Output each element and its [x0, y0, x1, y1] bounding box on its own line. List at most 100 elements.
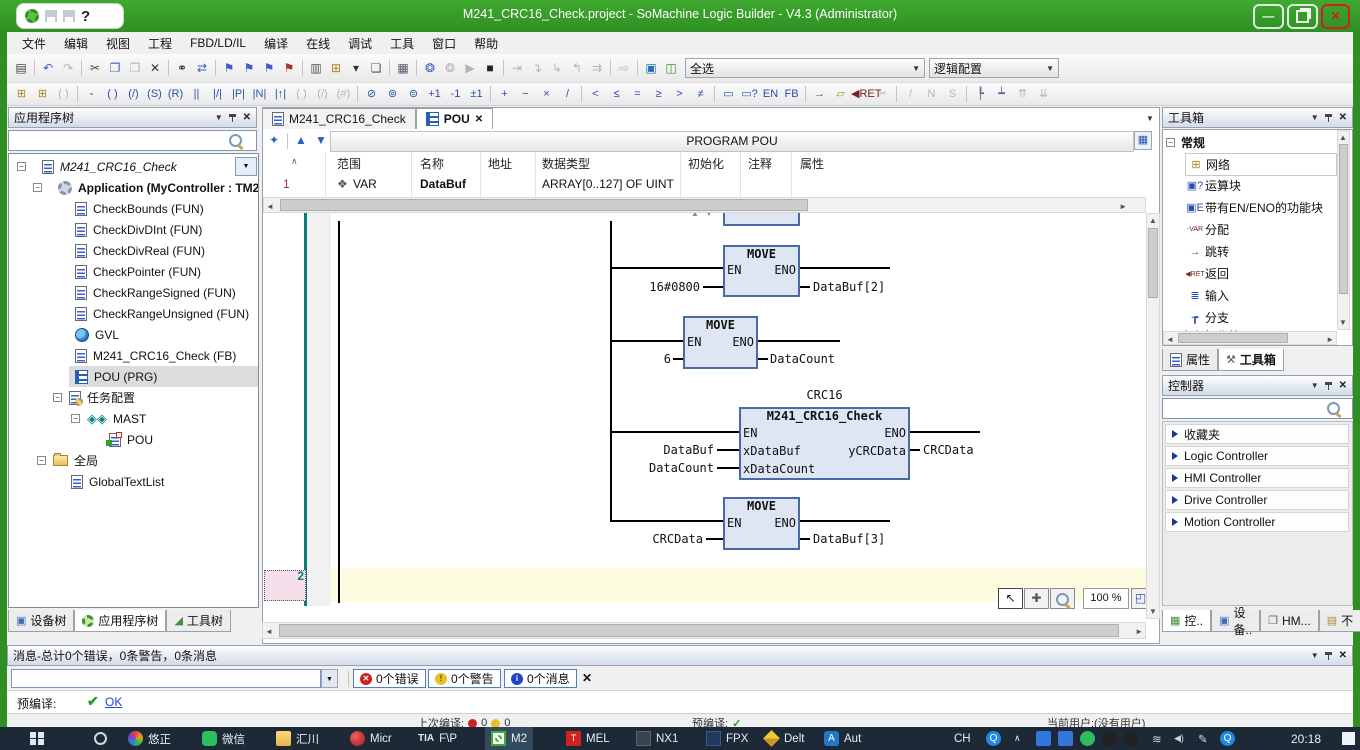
ok-link[interactable]: OK — [105, 695, 122, 709]
new-declaration-icon[interactable]: ✦ — [264, 131, 284, 150]
redo-icon[interactable]: ↷ — [58, 59, 78, 78]
clock[interactable]: 20:18 — [1285, 727, 1327, 750]
taskbar-app-tia[interactable]: TIA F\P — [412, 727, 463, 750]
single-cycle-icon[interactable]: ⇉ — [587, 59, 607, 78]
tree-item-checkdivdint[interactable]: CheckDivDInt (FUN) — [75, 219, 202, 240]
collapse-icon[interactable]: − — [17, 162, 26, 171]
undo-icon[interactable]: ↶ — [38, 59, 58, 78]
branch-above-icon[interactable]: ⇈ — [1012, 85, 1033, 104]
gt-block-icon[interactable]: > — [669, 85, 690, 104]
output-operand[interactable]: CRCData — [923, 443, 974, 457]
pan-mode-icon[interactable]: ✚ — [1024, 588, 1049, 609]
pin-icon[interactable] — [229, 113, 237, 123]
menu-tools[interactable]: 工具 — [381, 33, 423, 54]
toolbox-item-en-eno-block[interactable]: ▣E 带有EN/ENO的功能块 — [1185, 197, 1323, 218]
tray-expand-icon[interactable]: ∧ — [1008, 727, 1027, 750]
logout-icon[interactable]: ❂ — [440, 59, 460, 78]
taskbar-app-micr[interactable]: Micr — [344, 727, 398, 750]
tray-qq-icon[interactable]: Q — [980, 727, 1007, 750]
toolbox-item-jump[interactable]: → 跳转 — [1185, 241, 1229, 262]
scroll-right-icon[interactable]: ► — [1135, 627, 1143, 636]
new-network-icon[interactable]: ⊞ — [326, 59, 346, 78]
collapse-icon[interactable]: − — [71, 414, 80, 423]
stop-icon[interactable]: ■ — [480, 59, 500, 78]
toolbox-hscrollbar[interactable]: ◄ ► — [1163, 331, 1337, 345]
taskbar-app-delta[interactable]: Delt — [758, 727, 810, 750]
set-reset-icon[interactable]: S — [942, 85, 963, 104]
step-over-icon[interactable]: ⇥ — [507, 59, 527, 78]
table-row[interactable]: 1 ❖ VAR DataBuf ARRAY[0..127] OF UINT — [263, 174, 1159, 195]
panel-menu-icon[interactable]: ▼ — [1311, 651, 1319, 660]
cut-icon[interactable]: ✂ — [85, 59, 105, 78]
set-coil-icon[interactable]: (#) — [333, 85, 354, 104]
output-operand[interactable]: DataBuf[3] — [813, 532, 885, 546]
declaration-view-toggle-icon[interactable]: ▦ — [1134, 131, 1152, 150]
toolbox-item-input[interactable]: ≣ 输入 — [1185, 285, 1229, 306]
taskbar-app-wechat[interactable]: 微信 — [196, 727, 251, 750]
xor-block-icon[interactable]: ⊜ — [403, 85, 424, 104]
collapse-icon[interactable]: − — [37, 456, 46, 465]
collapse-declarations-icon[interactable]: ∧ — [291, 156, 298, 167]
clear-messages-icon[interactable]: ✕ — [582, 671, 592, 685]
select-mode-button[interactable]: ↖ — [998, 588, 1023, 609]
edge-detection-icon[interactable]: |↑| — [270, 85, 291, 104]
taskbar-app-nx[interactable]: NX1 — [630, 727, 684, 750]
menu-edit[interactable]: 编辑 — [55, 33, 97, 54]
output-operand[interactable]: DataBuf[2] — [813, 280, 885, 294]
restore-button[interactable] — [1287, 4, 1318, 29]
run-icon[interactable]: ▶ — [460, 59, 480, 78]
scroll-left-icon[interactable]: ◄ — [265, 627, 273, 636]
bookmark-toggle-icon[interactable]: ⚑ — [219, 59, 239, 78]
tree-item-checkdivreal[interactable]: CheckDivReal (FUN) — [75, 240, 205, 261]
monitor-active-icon[interactable]: ▣ — [641, 59, 661, 78]
new-network-menu-icon[interactable]: ▾ — [346, 59, 366, 78]
errors-toggle-button[interactable]: ✕ 0个错误 — [353, 669, 426, 688]
zoom-mode-button[interactable] — [1050, 588, 1075, 609]
tab-controller[interactable]: ▦ 控.. — [1162, 610, 1211, 632]
scroll-left-icon[interactable]: ◄ — [266, 202, 274, 211]
tree-item-checkrangesigned[interactable]: CheckRangeSigned (FUN) — [75, 282, 236, 303]
editor-vscrollbar[interactable]: ▲ ▼ — [1146, 213, 1160, 619]
menu-view[interactable]: 视图 — [97, 33, 139, 54]
toolbox-group-general[interactable]: − 常规 — [1166, 132, 1205, 153]
input-operand[interactable]: CRCData — [623, 532, 703, 546]
next-step-icon[interactable]: ⇨ — [614, 59, 634, 78]
close-icon[interactable]: ✕ — [1339, 380, 1347, 391]
move-block-1[interactable]: MOVE EN ENO — [723, 245, 800, 297]
volume-icon[interactable]: ◀) — [1168, 727, 1190, 750]
collapse-icon[interactable]: − — [53, 393, 62, 402]
scroll-up-icon[interactable]: ▲ — [1149, 216, 1157, 225]
tree-item-mast[interactable]: − ◈◈ MAST — [71, 408, 146, 429]
scroll-up-icon[interactable]: ▲ — [1339, 133, 1347, 142]
menu-file[interactable]: 文件 — [13, 33, 55, 54]
tray-penguin-icon[interactable] — [1118, 727, 1145, 750]
negated-coil-icon[interactable]: (/) — [312, 85, 333, 104]
cut-wire-icon[interactable]: ✂ — [872, 85, 893, 104]
splitter-down-icon[interactable]: ▼ — [705, 213, 713, 218]
close-icon[interactable]: ✕ — [243, 112, 251, 123]
taskbar-app-melsoft[interactable]: T MEL — [560, 727, 616, 750]
tab-application-tree[interactable]: 应用程序树 — [74, 610, 166, 632]
bookmark-next-icon[interactable]: ⚑ — [239, 59, 259, 78]
increment-block-icon[interactable]: +1 — [424, 85, 445, 104]
paste-special-icon[interactable]: ▥ — [306, 59, 326, 78]
toolbox-item-branch[interactable]: ┲ 分支 — [1185, 307, 1229, 328]
taskbar-app-huichuan-folder[interactable]: 汇川 — [270, 727, 325, 750]
minimize-button[interactable]: — — [1253, 4, 1284, 29]
bookmark-clear-icon[interactable]: ⚑ — [279, 59, 299, 78]
editor-hscrollbar[interactable]: ◄ ► — [262, 622, 1146, 639]
positive-edge-contact-icon[interactable]: |P| — [228, 85, 249, 104]
branch-icon[interactable]: ┡ — [970, 85, 991, 104]
panel-menu-icon[interactable]: ▼ — [1311, 381, 1319, 390]
scroll-right-icon[interactable]: ► — [1326, 335, 1334, 344]
tree-item-checkbounds[interactable]: CheckBounds (FUN) — [75, 198, 204, 219]
ge-block-icon[interactable]: ≥ — [648, 85, 669, 104]
tree-item-global[interactable]: − 全局 — [37, 450, 98, 471]
filter-dropdown-icon[interactable]: ▼ — [321, 669, 338, 688]
infos-toggle-button[interactable]: i 0个消息 — [504, 669, 577, 688]
tree-item-crc16-fb[interactable]: M241_CRC16_Check (FB) — [75, 345, 236, 366]
menu-build[interactable]: 编译 — [255, 33, 297, 54]
close-button[interactable]: ✕ — [1321, 4, 1350, 29]
or-block-icon[interactable]: ⊚ — [382, 85, 403, 104]
move-up-icon[interactable]: ▲ — [291, 131, 311, 150]
